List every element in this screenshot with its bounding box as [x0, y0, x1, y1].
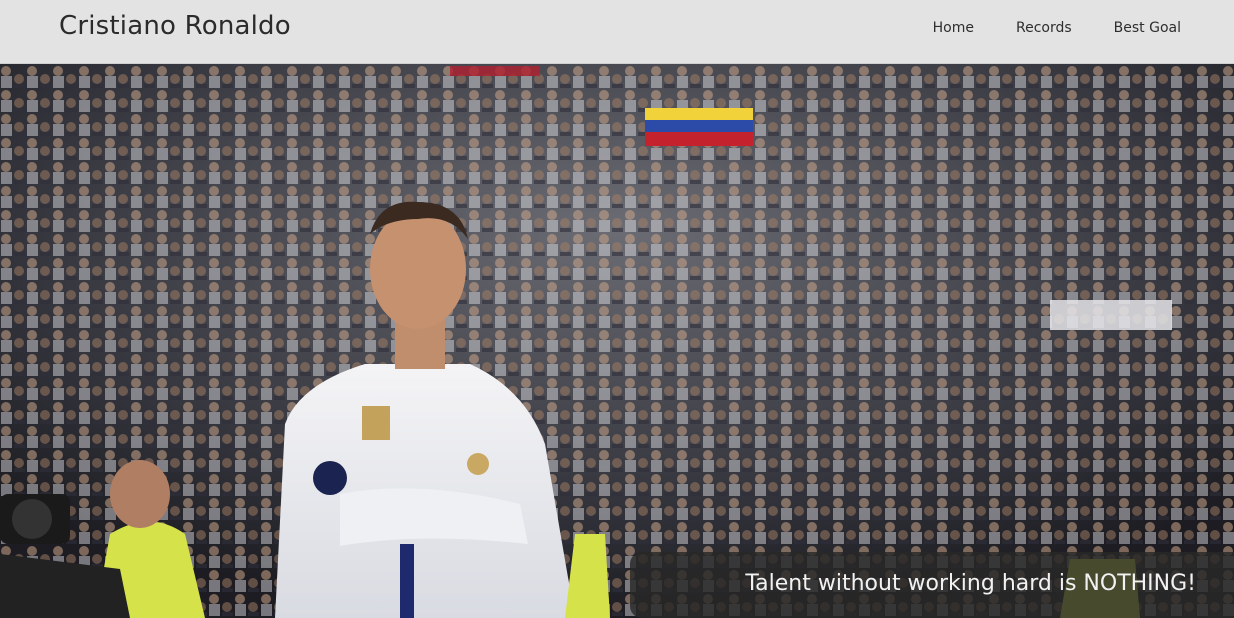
nav-link-best-goal[interactable]: Best Goal	[1114, 20, 1181, 36]
nav-menu: Home Records Best Goal	[933, 20, 1181, 36]
nav-link-records[interactable]: Records	[1016, 20, 1072, 36]
quote-text: Talent without working hard is NOTHING!	[745, 571, 1196, 596]
top-navbar: Cristiano Ronaldo Home Records Best Goal	[0, 0, 1234, 64]
hero-photo	[0, 64, 1234, 618]
quote-banner: Talent without working hard is NOTHING!	[630, 552, 1234, 618]
site-brand-link[interactable]: Cristiano Ronaldo	[59, 11, 291, 41]
hero-section: Talent without working hard is NOTHING!	[0, 64, 1234, 618]
nav-link-home[interactable]: Home	[933, 20, 974, 36]
